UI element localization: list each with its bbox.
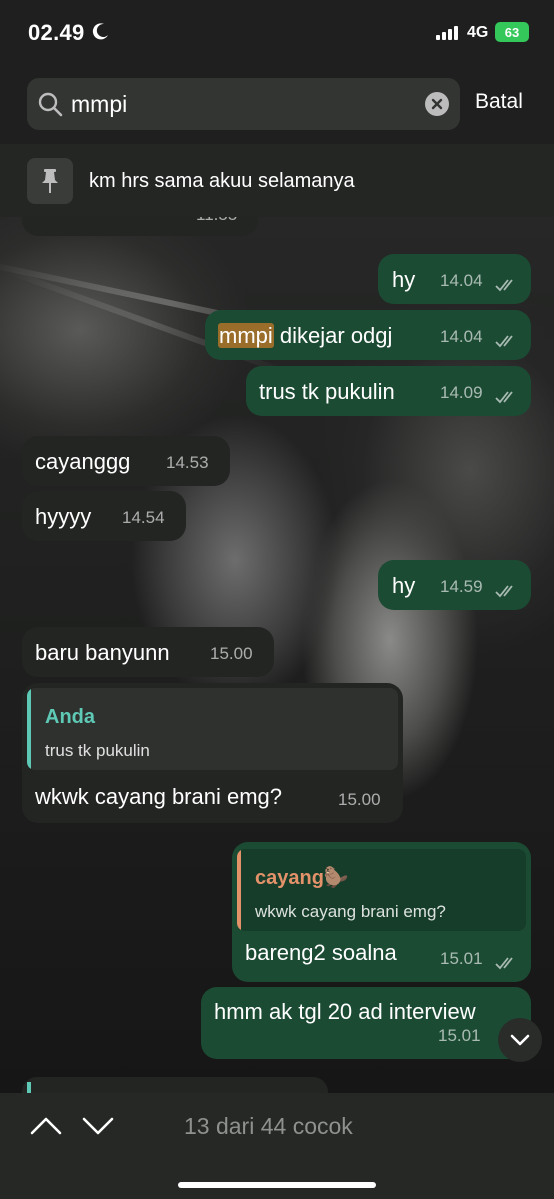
search-header: Batal	[0, 66, 554, 144]
message-bubble-outgoing[interactable]: hmm ak tgl 20 ad interview 15.01	[201, 987, 531, 1059]
message-bubble-outgoing[interactable]: hy 14.04	[378, 254, 531, 304]
chevron-down-icon	[510, 1034, 530, 1046]
message-time: 14.53	[166, 453, 209, 472]
match-count: 13 dari 44 cocok	[184, 1113, 353, 1139]
signal-icon	[436, 24, 458, 40]
message-time: 15.01	[438, 1026, 481, 1045]
moon-icon	[92, 23, 108, 40]
message-time: 14.54	[122, 508, 165, 527]
message-bubble-outgoing[interactable]: trus tk pukulin 14.09	[246, 366, 531, 416]
message-time: 15.00	[210, 644, 253, 663]
network-type: 4G	[467, 24, 489, 41]
message-time: 15.01	[440, 949, 483, 968]
read-receipt-icon	[495, 391, 513, 404]
battery-level: 63	[504, 24, 520, 40]
scroll-to-bottom-button[interactable]	[498, 1018, 542, 1062]
message-text: bareng2 soalna	[245, 940, 397, 965]
cancel-button[interactable]: Batal	[475, 90, 523, 114]
clear-search-icon[interactable]	[425, 92, 449, 116]
message-bubble-incoming[interactable]: baru banyunn 15.00	[22, 627, 274, 677]
message-time: 15.00	[338, 790, 381, 809]
message-text: hy	[392, 267, 416, 292]
search-results-bar: 13 dari 44 cocok	[0, 1093, 554, 1199]
read-receipt-icon	[495, 335, 513, 348]
quote-bar	[237, 849, 241, 931]
message-text: cayanggg	[35, 449, 131, 474]
search-input[interactable]	[71, 84, 411, 124]
message-text: baru banyunn	[35, 640, 170, 665]
message-text: hy	[392, 573, 416, 598]
read-receipt-icon	[495, 279, 513, 292]
message-time: 14.04	[440, 271, 483, 290]
read-receipt-icon	[495, 957, 513, 970]
message-time: 14.09	[440, 383, 483, 402]
previous-match-button[interactable]	[26, 1111, 66, 1141]
message-text: hyyyy	[35, 504, 92, 529]
quote-bar	[27, 688, 31, 770]
quote-text: wkwk cayang brani emg?	[255, 902, 446, 921]
message-time: 14.59	[440, 577, 483, 596]
message-text: trus tk pukulin	[259, 379, 395, 404]
search-box[interactable]	[27, 78, 460, 130]
read-receipt-icon	[495, 585, 513, 598]
quoted-message[interactable]: Anda trus tk pukulin	[27, 688, 398, 770]
message-bubble-outgoing-reply[interactable]: cayang🦫 wkwk cayang brani emg? bareng2 s…	[232, 842, 531, 982]
message-bubble-incoming[interactable]: cayanggg 14.53	[22, 436, 230, 486]
status-time: 02.49	[28, 20, 85, 45]
quote-text: trus tk pukulin	[45, 741, 150, 760]
quote-author: Anda	[45, 706, 95, 728]
message-text: mmpi dikejar odgj	[218, 323, 393, 348]
message-text: hmm ak tgl 20 ad interview	[214, 999, 476, 1024]
message-text: wkwk cayang brani emg?	[35, 784, 283, 809]
battery-icon: 63	[495, 22, 529, 42]
quote-author: cayang🦫	[255, 867, 349, 889]
search-highlight: mmpi	[218, 323, 274, 348]
quoted-message[interactable]: cayang🦫 wkwk cayang brani emg?	[237, 849, 526, 931]
pin-icon	[42, 169, 58, 193]
next-match-button[interactable]	[78, 1111, 118, 1141]
message-bubble-outgoing[interactable]: hy 14.59	[378, 560, 531, 610]
message-time: 14.04	[440, 327, 483, 346]
message-bubble-incoming[interactable]: hyyyy 14.54	[22, 491, 186, 541]
message-bubble-outgoing[interactable]: mmpi dikejar odgj 14.04	[205, 310, 531, 360]
message-bubble-incoming-reply[interactable]: Anda trus tk pukulin wkwk cayang brani e…	[22, 683, 403, 823]
status-bar: 02.49 4G 63	[0, 0, 554, 66]
home-indicator[interactable]	[178, 1182, 376, 1188]
search-icon	[38, 92, 63, 117]
pinned-message-text: km hrs sama akuu selamanya	[89, 170, 355, 192]
